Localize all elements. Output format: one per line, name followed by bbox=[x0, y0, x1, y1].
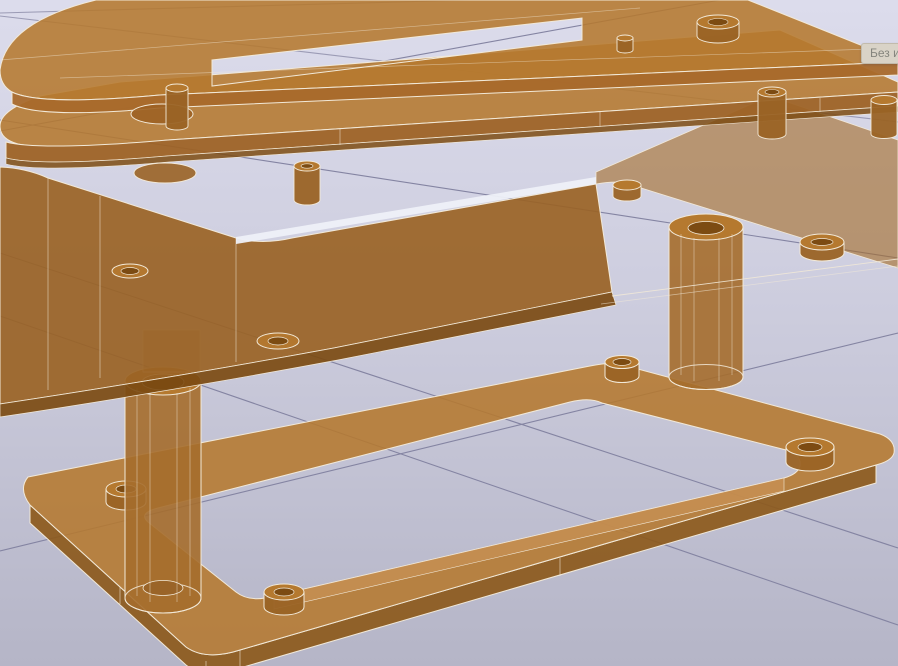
spacer-pin-far-right bbox=[870, 95, 898, 139]
spacer-pin-top bbox=[696, 14, 740, 44]
document-title-tooltip: Без им bbox=[861, 43, 898, 64]
enclosure-tab-hole-mid bbox=[256, 332, 300, 350]
plate-boss-mid bbox=[612, 179, 642, 202]
cad-app-window: { "tooltip": { "label": "Без им" }, "col… bbox=[0, 0, 898, 666]
frame-boss-far-mid[interactable] bbox=[604, 355, 640, 383]
enclosure-edge bbox=[611, 258, 898, 297]
frame-boss-near[interactable] bbox=[263, 583, 305, 616]
spacer-pin-right bbox=[757, 86, 787, 140]
viewport-3d[interactable]: Без им bbox=[0, 0, 898, 666]
plate-hole-oval-lower bbox=[133, 162, 197, 184]
standoff-left-body bbox=[124, 381, 202, 614]
enclosure-boss-right bbox=[799, 233, 845, 262]
frame-boss-right[interactable] bbox=[785, 437, 835, 472]
enclosure-edge bbox=[600, 265, 898, 305]
spacer-pin-mid bbox=[293, 160, 321, 206]
spacer-pin-left bbox=[165, 83, 189, 131]
spacer-pin-small bbox=[616, 34, 634, 54]
enclosure-tab-hole-left bbox=[111, 263, 149, 279]
standoff-right-bore bbox=[687, 221, 725, 235]
model-canvas[interactable] bbox=[0, 0, 898, 666]
standoff-right[interactable] bbox=[668, 213, 744, 390]
